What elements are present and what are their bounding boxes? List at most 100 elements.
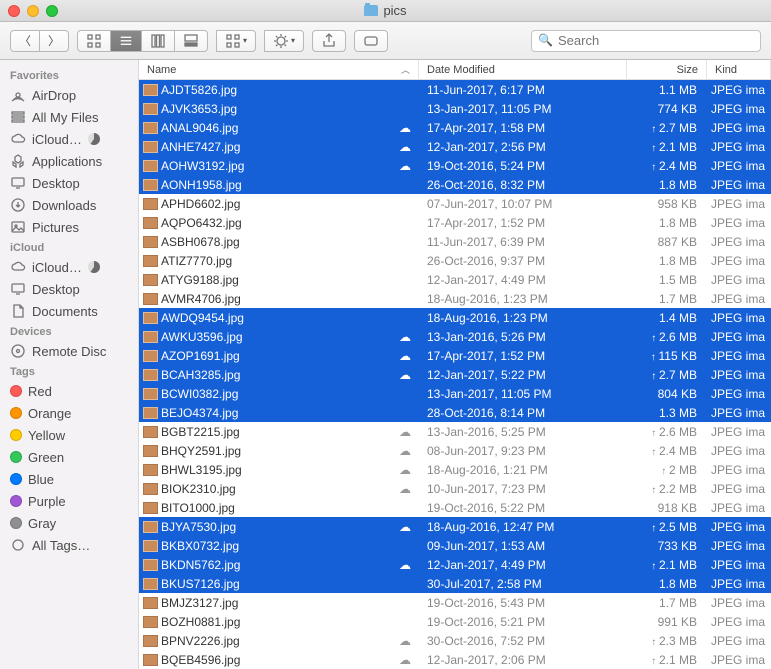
sidebar-item[interactable]: Green: [0, 446, 138, 468]
tag-dot-icon: [10, 429, 22, 441]
sidebar-item[interactable]: iCloud…: [0, 256, 138, 278]
sidebar-item[interactable]: Remote Disc: [0, 340, 138, 362]
sidebar-item[interactable]: Red: [0, 380, 138, 402]
sidebar-item[interactable]: All Tags…: [0, 534, 138, 556]
desktop-icon: [10, 281, 26, 297]
file-row[interactable]: BPNV2226.jpg☁︎30-Oct-2016, 7:52 PM↑ 2.3 …: [139, 631, 771, 650]
file-size: ↑ 2.1 MB: [627, 653, 707, 667]
cloud-status-icon: ☁︎: [397, 425, 413, 439]
list-view-button[interactable]: [111, 30, 142, 52]
coverflow-view-button[interactable]: [175, 30, 208, 52]
arrange-button[interactable]: ▾: [216, 30, 256, 52]
file-row[interactable]: BGBT2215.jpg☁︎13-Jan-2016, 5:25 PM↑ 2.6 …: [139, 422, 771, 441]
file-row[interactable]: ANAL9046.jpg☁︎17-Apr-2017, 1:58 PM↑ 2.7 …: [139, 118, 771, 137]
file-name: ATIZ7770.jpg: [161, 254, 232, 268]
file-date: 19-Oct-2016, 5:24 PM: [419, 159, 627, 173]
view-mode-buttons: [77, 30, 208, 52]
file-thumbnail-icon: [143, 122, 158, 134]
file-size: ↑ 2.7 MB: [627, 368, 707, 382]
sidebar-item[interactable]: Gray: [0, 512, 138, 534]
file-row[interactable]: BKBX0732.jpg09-Jun-2017, 1:53 AM733 KBJP…: [139, 536, 771, 555]
sidebar-item-label: Orange: [28, 406, 71, 421]
file-row[interactable]: BMJZ3127.jpg19-Oct-2016, 5:43 PM1.7 MBJP…: [139, 593, 771, 612]
file-kind: JPEG ima: [707, 330, 771, 344]
file-name: BKDN5762.jpg: [161, 558, 240, 572]
share-icon: [321, 33, 337, 49]
file-row[interactable]: BIOK2310.jpg☁︎10-Jun-2017, 7:23 PM↑ 2.2 …: [139, 479, 771, 498]
forward-button[interactable]: 〉: [40, 30, 69, 52]
file-row[interactable]: BCWI0382.jpg13-Jan-2017, 11:05 PM804 KBJ…: [139, 384, 771, 403]
file-row[interactable]: AZOP1691.jpg☁︎17-Apr-2017, 1:52 PM↑ 115 …: [139, 346, 771, 365]
cloud-icon: [10, 259, 26, 275]
file-row[interactable]: BOZH0881.jpg19-Oct-2016, 5:21 PM991 KBJP…: [139, 612, 771, 631]
column-kind[interactable]: Kind: [707, 60, 771, 79]
file-size: ↑ 2.6 MB: [627, 425, 707, 439]
sidebar-item[interactable]: AirDrop: [0, 84, 138, 106]
disc-icon: [10, 343, 26, 359]
file-size: ↑ 2 MB: [627, 463, 707, 477]
share-button[interactable]: [312, 30, 346, 52]
file-thumbnail-icon: [143, 331, 158, 343]
file-date: 17-Apr-2017, 1:58 PM: [419, 121, 627, 135]
column-date[interactable]: Date Modified: [419, 60, 627, 79]
file-name: AZOP1691.jpg: [161, 349, 240, 363]
file-row[interactable]: AWKU3596.jpg☁︎13-Jan-2016, 5:26 PM↑ 2.6 …: [139, 327, 771, 346]
file-date: 19-Oct-2016, 5:21 PM: [419, 615, 627, 629]
file-size: ↑ 2.6 MB: [627, 330, 707, 344]
icon-view-button[interactable]: [77, 30, 111, 52]
file-row[interactable]: BJYA7530.jpg☁︎18-Aug-2016, 12:47 PM↑ 2.5…: [139, 517, 771, 536]
sidebar-item[interactable]: All My Files: [0, 106, 138, 128]
file-size: 1.8 MB: [627, 577, 707, 591]
sidebar-item[interactable]: Applications: [0, 150, 138, 172]
documents-icon: [10, 303, 26, 319]
file-row[interactable]: BEJO4374.jpg28-Oct-2016, 8:14 PM1.3 MBJP…: [139, 403, 771, 422]
column-size[interactable]: Size: [627, 60, 707, 79]
file-size: 804 KB: [627, 387, 707, 401]
file-row[interactable]: ANHE7427.jpg☁︎12-Jan-2017, 2:56 PM↑ 2.1 …: [139, 137, 771, 156]
file-row[interactable]: BHWL3195.jpg☁︎18-Aug-2016, 1:21 PM↑ 2 MB…: [139, 460, 771, 479]
sidebar-item[interactable]: Downloads: [0, 194, 138, 216]
file-row[interactable]: AJVK3653.jpg13-Jan-2017, 11:05 PM774 KBJ…: [139, 99, 771, 118]
sidebar-item[interactable]: Pictures: [0, 216, 138, 238]
file-row[interactable]: BKUS7126.jpg30-Jul-2017, 2:58 PM1.8 MBJP…: [139, 574, 771, 593]
column-view-button[interactable]: [142, 30, 175, 52]
file-row[interactable]: BKDN5762.jpg☁︎12-Jan-2017, 4:49 PM↑ 2.1 …: [139, 555, 771, 574]
action-menu-button[interactable]: ▾: [264, 30, 304, 52]
file-row[interactable]: AJDT5826.jpg11-Jun-2017, 6:17 PM1.1 MBJP…: [139, 80, 771, 99]
sidebar-item[interactable]: Desktop: [0, 172, 138, 194]
tags-button[interactable]: [354, 30, 388, 52]
column-name[interactable]: Name ︿: [139, 60, 419, 79]
file-row[interactable]: BHQY2591.jpg☁︎08-Jun-2017, 9:23 PM↑ 2.4 …: [139, 441, 771, 460]
sidebar-item[interactable]: Yellow: [0, 424, 138, 446]
file-thumbnail-icon: [143, 274, 158, 286]
file-name: BOZH0881.jpg: [161, 615, 240, 629]
file-row[interactable]: AWDQ9454.jpg18-Aug-2016, 1:23 PM1.4 MBJP…: [139, 308, 771, 327]
file-row[interactable]: BCAH3285.jpg☁︎12-Jan-2017, 5:22 PM↑ 2.7 …: [139, 365, 771, 384]
file-row[interactable]: ATYG9188.jpg12-Jan-2017, 4:49 PM1.5 MBJP…: [139, 270, 771, 289]
file-name: BQEB4596.jpg: [161, 653, 240, 667]
file-row[interactable]: BQEB4596.jpg☁︎12-Jan-2017, 2:06 PM↑ 2.1 …: [139, 650, 771, 669]
file-size: 887 KB: [627, 235, 707, 249]
tag-dot-icon: [10, 495, 22, 507]
file-kind: JPEG ima: [707, 83, 771, 97]
sidebar-item[interactable]: Blue: [0, 468, 138, 490]
file-kind: JPEG ima: [707, 292, 771, 306]
back-button[interactable]: 〈: [10, 30, 40, 52]
file-row[interactable]: APHD6602.jpg07-Jun-2017, 10:07 PM958 KBJ…: [139, 194, 771, 213]
file-name: ASBH0678.jpg: [161, 235, 240, 249]
file-row[interactable]: ASBH0678.jpg11-Jun-2017, 6:39 PM887 KBJP…: [139, 232, 771, 251]
sidebar-item[interactable]: Documents: [0, 300, 138, 322]
file-row[interactable]: ATIZ7770.jpg26-Oct-2016, 9:37 PM1.8 MBJP…: [139, 251, 771, 270]
file-row[interactable]: AVMR4706.jpg18-Aug-2016, 1:23 PM1.7 MBJP…: [139, 289, 771, 308]
file-row[interactable]: AQPO6432.jpg17-Apr-2017, 1:52 PM1.8 MBJP…: [139, 213, 771, 232]
file-row[interactable]: AONH1958.jpg26-Oct-2016, 8:32 PM1.8 MBJP…: [139, 175, 771, 194]
sidebar-item[interactable]: iCloud…: [0, 128, 138, 150]
file-row[interactable]: AOHW3192.jpg☁︎19-Oct-2016, 5:24 PM↑ 2.4 …: [139, 156, 771, 175]
sidebar-item[interactable]: Desktop: [0, 278, 138, 300]
sidebar-item[interactable]: Purple: [0, 490, 138, 512]
file-name: BPNV2226.jpg: [161, 634, 240, 648]
sidebar-item[interactable]: Orange: [0, 402, 138, 424]
search-input[interactable]: [531, 30, 761, 52]
file-row[interactable]: BITO1000.jpg19-Oct-2016, 5:22 PM918 KBJP…: [139, 498, 771, 517]
airdrop-icon: [10, 87, 26, 103]
